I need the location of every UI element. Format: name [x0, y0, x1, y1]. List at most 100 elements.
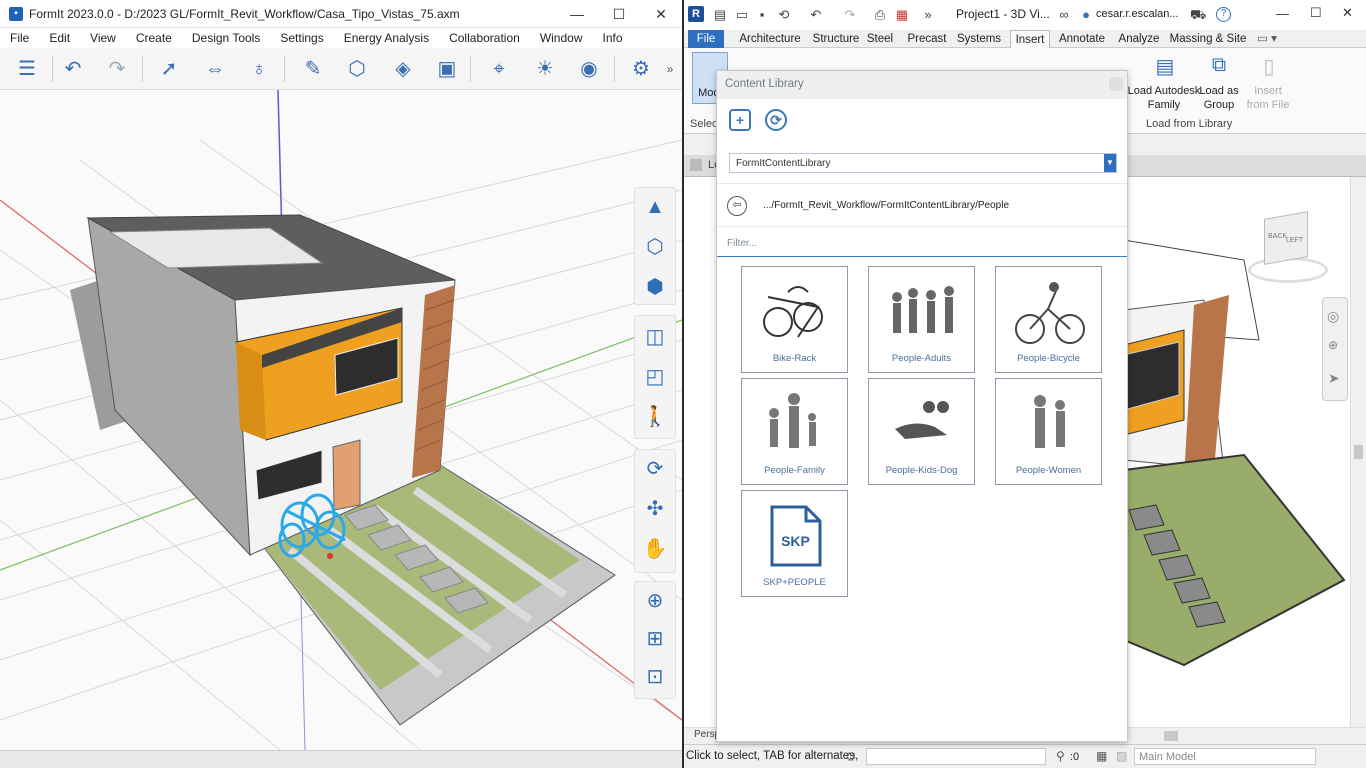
cube-icon[interactable]: ⬡ [342, 54, 372, 84]
group-icon[interactable]: ▣ [432, 54, 462, 84]
view-front-icon[interactable]: ◰ [636, 359, 674, 395]
load-as-group-button[interactable]: Load as Group [1198, 84, 1240, 112]
gear-icon[interactable]: ⚙ [626, 54, 656, 84]
back-arrow-icon[interactable]: ⇦ [727, 196, 747, 216]
redo-icon[interactable]: ↷ [842, 7, 858, 23]
save-icon[interactable]: ▪ [754, 7, 770, 23]
editable-only-icon[interactable]: ▨ [1116, 749, 1127, 763]
paint-icon[interactable]: ♁ [244, 54, 274, 84]
minimize-button[interactable]: — [1276, 6, 1289, 21]
zoom-window-icon[interactable]: ⊞ [636, 621, 674, 657]
viewcube[interactable]: BACK LEFT [1234, 207, 1334, 287]
tab-annotate[interactable]: Annotate [1056, 30, 1108, 48]
menu-create[interactable]: Create [126, 31, 182, 45]
undo-icon[interactable]: ↶ [58, 54, 88, 84]
tab-steel[interactable]: Steel [864, 30, 896, 48]
cart-icon[interactable]: ⛟ [1190, 7, 1206, 23]
navigate-icon[interactable]: ➤ [1328, 370, 1340, 387]
maximize-button[interactable]: ☐ [598, 0, 640, 28]
library-item-people-family[interactable]: People-Family [741, 378, 848, 485]
menu-file[interactable]: File [0, 31, 39, 45]
tab-structure[interactable]: Structure [808, 30, 864, 48]
select-cursor-icon[interactable]: ➚ [154, 54, 184, 84]
formit-3d-viewport[interactable]: ▲ ⬡ ⬢ ◫ ◰ 🚶 ⟳ ✣ ✋ ⊕ ⊞ ⊡ [0, 90, 682, 750]
panel-close-button[interactable] [1109, 77, 1123, 91]
worksets-icon[interactable]: ⛭ [846, 749, 856, 764]
redo-icon[interactable]: ↷ [102, 54, 132, 84]
more-tools-icon[interactable]: » [920, 7, 936, 23]
menu-design-tools[interactable]: Design Tools [182, 31, 270, 45]
look-around-icon[interactable]: ✣ [636, 491, 674, 527]
layers-icon[interactable]: ☰ [12, 54, 42, 84]
tab-systems[interactable]: Systems [956, 30, 1002, 48]
menu-energy-analysis[interactable]: Energy Analysis [334, 31, 439, 45]
revit-logo-icon[interactable]: R [688, 6, 704, 22]
viewcube-back-face[interactable]: BACK [1268, 233, 1287, 240]
steering-wheel-icon[interactable]: ◎ [1327, 308, 1339, 325]
zoom-icon[interactable]: ⊕ [1328, 338, 1338, 352]
library-item-people-bicycle[interactable]: People-Bicycle [995, 266, 1102, 373]
chevron-down-icon[interactable]: ▼ [1104, 154, 1116, 172]
workset-dropdown[interactable] [866, 748, 1046, 765]
vertical-scrollbar[interactable] [1350, 177, 1366, 727]
user-name[interactable]: cesar.r.escalan... [1096, 8, 1179, 20]
add-solid-icon[interactable]: ◈ [388, 54, 418, 84]
camera-icon[interactable]: ◉ [574, 54, 604, 84]
close-button[interactable]: ✕ [1342, 5, 1353, 21]
wireframe-cube-icon[interactable]: ⬡ [636, 229, 674, 265]
home-icon[interactable]: ▤ [712, 7, 728, 23]
undo-icon[interactable]: ↶ [808, 7, 824, 23]
maximize-button[interactable]: ☐ [1310, 5, 1322, 21]
refresh-icon[interactable]: ⟳ [765, 109, 787, 131]
shaded-view-icon[interactable]: ▲ [636, 189, 674, 225]
filter-input[interactable]: Filter... [717, 229, 1127, 257]
sun-icon[interactable]: ☀ [530, 54, 560, 84]
menu-info[interactable]: Info [593, 31, 633, 45]
main-model-select[interactable]: Main Model [1134, 748, 1316, 765]
binoculars-icon[interactable]: ∞ [1056, 7, 1072, 23]
draw-pen-icon[interactable]: ✎ [298, 54, 328, 84]
location-pin-icon[interactable]: ⌖ [484, 54, 514, 84]
sync-icon[interactable]: ⟲ [776, 7, 792, 23]
view-top-icon[interactable]: ◫ [636, 319, 674, 355]
menu-window[interactable]: Window [530, 31, 593, 45]
add-library-icon[interactable]: + [729, 109, 751, 131]
library-item-skp-people[interactable]: SKP SKP+PEOPLE [741, 490, 848, 597]
tab-file[interactable]: File [688, 30, 724, 48]
design-options-icon[interactable]: ▦ [1096, 749, 1107, 763]
iso-cube-icon[interactable]: ⬢ [636, 269, 674, 305]
tab-massing-site[interactable]: Massing & Site [1168, 30, 1248, 48]
menu-collaboration[interactable]: Collaboration [439, 31, 530, 45]
help-icon[interactable]: ? [1216, 7, 1231, 22]
filter-icon[interactable]: ⚲ [1056, 749, 1065, 763]
open-folder-icon[interactable]: ▭ [734, 7, 750, 23]
load-family-icon[interactable]: ▤ [1150, 54, 1180, 82]
viewcube-left-face[interactable]: LEFT [1286, 237, 1303, 244]
library-source-select[interactable]: FormItContentLibrary ▼ [729, 153, 1117, 173]
zoom-extents-icon[interactable]: ⊡ [636, 659, 674, 695]
menu-view[interactable]: View [80, 31, 126, 45]
close-button[interactable]: ✕ [640, 0, 682, 28]
orbit-icon[interactable]: ⟳ [636, 451, 674, 487]
library-item-bike-rack[interactable]: Bike-Rack [741, 266, 848, 373]
print-icon[interactable]: ⎙ [872, 7, 888, 23]
tab-insert[interactable]: Insert [1010, 30, 1050, 48]
measure-icon[interactable]: ⇔ [200, 54, 230, 84]
insert-from-file-button[interactable]: Insert from File [1244, 84, 1292, 112]
load-group-icon[interactable]: ⧉ [1204, 54, 1234, 82]
minimize-button[interactable]: — [556, 0, 598, 28]
scrollbar-thumb[interactable] [1164, 731, 1178, 741]
insert-file-icon[interactable]: ▯ [1254, 54, 1284, 82]
scrollbar-thumb[interactable] [1354, 445, 1363, 459]
library-item-people-adults[interactable]: People-Adults [868, 266, 975, 373]
menu-settings[interactable]: Settings [270, 31, 333, 45]
library-item-people-women[interactable]: People-Women [995, 378, 1102, 485]
load-autodesk-family-button[interactable]: Load Autodesk Family [1126, 84, 1202, 112]
zoom-icon[interactable]: ⊕ [636, 583, 674, 619]
tab-analyze[interactable]: Analyze [1116, 30, 1162, 48]
tab-precast[interactable]: Precast [902, 30, 952, 48]
tab-architecture[interactable]: Architecture [730, 30, 810, 48]
library-item-people-kids-dog[interactable]: People-Kids-Dog [868, 378, 975, 485]
menu-edit[interactable]: Edit [39, 31, 80, 45]
toolbar-overflow-icon[interactable]: » [662, 54, 678, 84]
